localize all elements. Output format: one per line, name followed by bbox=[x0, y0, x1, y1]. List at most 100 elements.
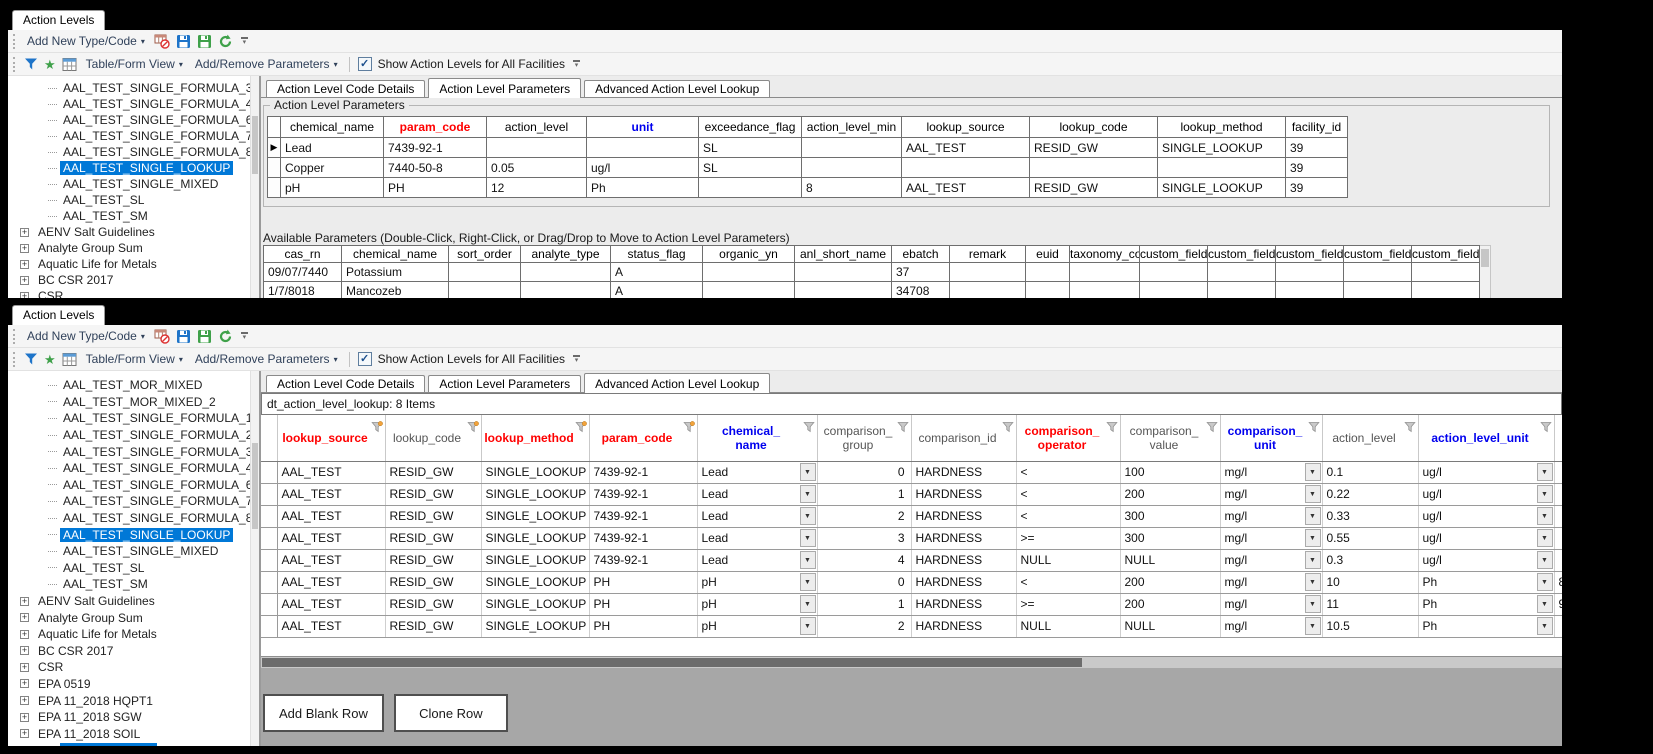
column-header-custom-field-2[interactable]: custom_field_2 bbox=[1208, 246, 1276, 263]
cell-chemical-name[interactable]: Lead bbox=[281, 138, 384, 158]
cell-exceedance-flag[interactable]: SL bbox=[699, 138, 802, 158]
dropdown-arrow-icon[interactable]: ▼ bbox=[1305, 617, 1321, 635]
column-header-lookup-source[interactable]: lookup_source bbox=[277, 415, 385, 461]
cell-organic-yn[interactable] bbox=[703, 263, 795, 282]
cell-comparison-group[interactable]: 2 bbox=[817, 615, 911, 637]
cell-action-level-min[interactable] bbox=[802, 158, 902, 178]
cell-action-level-min[interactable]: 8 bbox=[802, 178, 902, 198]
horizontal-scrollbar[interactable] bbox=[261, 656, 1562, 668]
column-header-chemical-name[interactable]: chemical_ name bbox=[697, 415, 817, 461]
dropdown-arrow-icon[interactable]: ▼ bbox=[1305, 485, 1321, 503]
tree-item-aal-test-single-formula-7[interactable]: AAL_TEST_SINGLE_FORMULA_7 bbox=[8, 493, 259, 510]
cell-custom-field-3[interactable] bbox=[1276, 263, 1344, 282]
column-header-comparison-unit[interactable]: comparison_ unit bbox=[1220, 415, 1322, 461]
column-header-custom-field-4[interactable]: custom_field_4 bbox=[1344, 246, 1412, 263]
cell-comparison-operator[interactable]: < bbox=[1016, 483, 1120, 505]
cell-comparison-id[interactable]: HARDNESS bbox=[911, 593, 1016, 615]
cell-action-level-unit[interactable]: ug/l▼ bbox=[1418, 505, 1554, 527]
cell-euid[interactable] bbox=[1026, 282, 1070, 299]
cell-sort-order[interactable] bbox=[449, 282, 521, 299]
dropdown-arrow-icon[interactable]: ▼ bbox=[800, 485, 816, 503]
refresh-icon[interactable] bbox=[218, 329, 233, 344]
cell-lookup-code[interactable]: RESID_GW bbox=[385, 483, 481, 505]
dropdown-arrow-icon[interactable]: ▼ bbox=[1537, 573, 1553, 591]
cell-comparison-unit[interactable]: mg/l▼ bbox=[1220, 527, 1322, 549]
column-header-lookup-code[interactable]: lookup_code bbox=[385, 415, 481, 461]
cell-action-level-unit[interactable]: Ph▼ bbox=[1418, 571, 1554, 593]
tree-item-aal-test-single-lookup[interactable]: AAL_TEST_SINGLE_LOOKUP bbox=[8, 160, 259, 176]
cell-comparison-group[interactable]: 1 bbox=[817, 483, 911, 505]
cell-param-code[interactable]: PH bbox=[589, 615, 697, 637]
cell-comparison-value[interactable]: 200 bbox=[1120, 571, 1220, 593]
cell-comparison-unit[interactable]: mg/l▼ bbox=[1220, 483, 1322, 505]
cell-lookup-code[interactable]: RESID_GW bbox=[385, 615, 481, 637]
dropdown-arrow-icon[interactable]: ▼ bbox=[1537, 617, 1553, 635]
cell-lookup-method[interactable] bbox=[1158, 158, 1286, 178]
tree-item-aal-test-mor-mixed[interactable]: AAL_TEST_MOR_MIXED bbox=[8, 377, 259, 394]
cell-lookup-method[interactable]: SINGLE_LOOKUP bbox=[481, 505, 589, 527]
cell-chemical-name[interactable]: pH▼ bbox=[697, 615, 817, 637]
dropdown-arrow-icon[interactable]: ▼ bbox=[1537, 507, 1553, 525]
cell-action-level[interactable]: 0.33 bbox=[1322, 505, 1418, 527]
dropdown-arrow-icon[interactable]: ▼ bbox=[1537, 551, 1553, 569]
column-header-sort-order[interactable]: sort_order bbox=[449, 246, 521, 263]
cell-facility-id[interactable]: 39 bbox=[1286, 178, 1348, 198]
column-header-custom-field-5[interactable]: custom_field_5 bbox=[1412, 246, 1480, 263]
column-header-exceedance-flag[interactable]: exceedance_flag bbox=[699, 117, 802, 138]
cell-blank[interactable] bbox=[1554, 527, 1562, 549]
expand-plus-icon[interactable]: + bbox=[20, 713, 29, 722]
tree-item-csr[interactable]: +CSR bbox=[8, 288, 259, 298]
column-header-lookup-source[interactable]: lookup_source bbox=[902, 117, 1030, 138]
dropdown-arrow-icon[interactable]: ▼ bbox=[800, 529, 816, 547]
tree-item-aal-test-single-formula-6[interactable]: AAL_TEST_SINGLE_FORMULA_6 bbox=[8, 477, 259, 494]
cell-comparison-value[interactable]: 200 bbox=[1120, 483, 1220, 505]
column-header-euid[interactable]: euid bbox=[1026, 246, 1070, 263]
tree-item-aenv-salt-guidelines[interactable]: +AENV Salt Guidelines bbox=[8, 593, 259, 610]
cell-action-level[interactable]: 0.05 bbox=[487, 158, 587, 178]
tree-item-aal-test-single-formula-6[interactable]: AAL_TEST_SINGLE_FORMULA_6 bbox=[8, 112, 259, 128]
cell-lookup-code[interactable]: RESID_GW bbox=[385, 505, 481, 527]
cell-action-level[interactable]: 11 bbox=[1322, 593, 1418, 615]
cell-blank[interactable] bbox=[1554, 615, 1562, 637]
scrollbar-thumb[interactable] bbox=[252, 116, 258, 174]
cell-status-flag[interactable]: A bbox=[611, 282, 703, 299]
column-header-cas-rn[interactable]: cas_rn bbox=[264, 246, 342, 263]
toolbar-overflow-icon[interactable]: ▾ bbox=[241, 332, 248, 340]
column-header-anl-short-name[interactable]: anl_short_name bbox=[795, 246, 892, 263]
cell-sort-order[interactable] bbox=[449, 263, 521, 282]
window-tab-action-levels[interactable]: Action Levels bbox=[12, 305, 105, 325]
cell-param-code[interactable]: 7440-50-8 bbox=[384, 158, 487, 178]
dropdown-arrow-icon[interactable]: ▼ bbox=[800, 595, 816, 613]
cell-comparison-operator[interactable]: >= bbox=[1016, 527, 1120, 549]
tree-item-analyte-group-sum[interactable]: +Analyte Group Sum bbox=[8, 240, 259, 256]
cell-param-code[interactable]: 7439-92-1 bbox=[589, 483, 697, 505]
cell-custom-field-3[interactable] bbox=[1276, 282, 1344, 299]
expand-plus-icon[interactable]: + bbox=[20, 630, 29, 639]
grid-view-icon[interactable] bbox=[62, 352, 77, 367]
tree-item-aquatic-life-for-metals[interactable]: +Aquatic Life for Metals bbox=[8, 626, 259, 643]
cell-comparison-group[interactable]: 0 bbox=[817, 571, 911, 593]
cell-exceedance-flag[interactable]: SL bbox=[699, 158, 802, 178]
dropdown-arrow-icon[interactable]: ▼ bbox=[1305, 463, 1321, 481]
cell-custom-field-2[interactable] bbox=[1208, 263, 1276, 282]
cell-comparison-operator[interactable]: < bbox=[1016, 571, 1120, 593]
column-header-custom-field-1[interactable]: custom_field_1 bbox=[1140, 246, 1208, 263]
cell-chemical-name[interactable]: Lead▼ bbox=[697, 461, 817, 483]
tree-item-bc-csr-2017[interactable]: +BC CSR 2017 bbox=[8, 643, 259, 660]
column-header-action-level-unit[interactable]: action_level_unit bbox=[1418, 415, 1554, 461]
cell-action-level-unit[interactable]: ug/l▼ bbox=[1418, 549, 1554, 571]
grid-view-icon[interactable] bbox=[62, 57, 77, 72]
cell-unit[interactable]: Ph bbox=[587, 178, 699, 198]
cell-cas-rn[interactable]: 09/07/7440 bbox=[264, 263, 342, 282]
tab-advanced-action-level-lookup[interactable]: Advanced Action Level Lookup bbox=[584, 373, 770, 393]
cell-status-flag[interactable]: A bbox=[611, 263, 703, 282]
cell-analyte-type[interactable] bbox=[521, 263, 611, 282]
cell-action-level[interactable]: 0.3 bbox=[1322, 549, 1418, 571]
cell-comparison-value[interactable]: 300 bbox=[1120, 527, 1220, 549]
tree-item-aal-test-single-lookup[interactable]: AAL_TEST_SINGLE_LOOKUP bbox=[8, 526, 259, 543]
cell-lookup-source[interactable]: AAL_TEST bbox=[277, 483, 385, 505]
tree-item-aenv-salt-guidelines[interactable]: +AENV Salt Guidelines bbox=[8, 224, 259, 240]
cell-blank[interactable]: 8 bbox=[1554, 571, 1562, 593]
dropdown-arrow-icon[interactable]: ▼ bbox=[1537, 463, 1553, 481]
cell-cas-rn[interactable]: 1/7/8018 bbox=[264, 282, 342, 299]
